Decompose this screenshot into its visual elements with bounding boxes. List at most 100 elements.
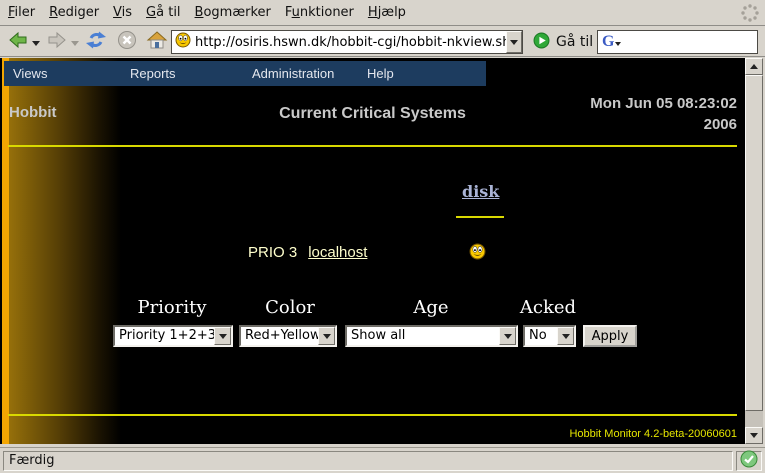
stop-icon bbox=[116, 29, 138, 55]
page-content: Views Reports Administration Help Hobbit… bbox=[0, 58, 745, 444]
header-divider-line bbox=[8, 145, 737, 147]
home-button[interactable] bbox=[145, 30, 169, 54]
filter-header-priority: Priority bbox=[137, 297, 206, 318]
search-input[interactable] bbox=[621, 35, 757, 50]
navigation-toolbar: Gå til G bbox=[0, 26, 765, 57]
page-timestamp: Mon Jun 05 08:23:02 2006 bbox=[590, 93, 737, 135]
go-icon bbox=[533, 32, 550, 53]
menu-hjaelp[interactable]: Hjælp bbox=[368, 5, 406, 20]
menu-label-key: H bbox=[368, 5, 378, 20]
age-select[interactable]: Show all bbox=[345, 325, 518, 347]
chevron-down-icon bbox=[562, 334, 570, 339]
security-indicator[interactable] bbox=[736, 451, 762, 471]
status-text: Færdig bbox=[9, 453, 54, 468]
search-engine-button[interactable]: G bbox=[602, 34, 621, 50]
menu-label-post: ediger bbox=[58, 5, 99, 20]
vertical-scrollbar[interactable] bbox=[745, 58, 763, 444]
timestamp-line2: 2006 bbox=[590, 114, 737, 135]
menu-label-post: nktioner bbox=[300, 5, 354, 20]
throbber-icon bbox=[738, 1, 762, 25]
color-select-value: Red+Yellow bbox=[241, 327, 318, 345]
browser-window: Filer Rediger Vis Gå til Bogmærker Funkt… bbox=[0, 0, 765, 473]
host-link-localhost[interactable]: localhost bbox=[308, 244, 367, 261]
go-button-label: Gå til bbox=[556, 34, 593, 50]
status-message-panel: Færdig bbox=[3, 451, 733, 471]
priority-select-dropdown-button[interactable] bbox=[214, 327, 231, 345]
site-favicon-smiley-icon bbox=[175, 32, 191, 52]
forward-button[interactable] bbox=[45, 30, 69, 54]
footer-divider-line bbox=[8, 414, 737, 416]
menu-rediger[interactable]: Rediger bbox=[49, 5, 99, 20]
chevron-down-icon bbox=[504, 334, 512, 339]
chevron-down-icon bbox=[71, 41, 79, 46]
search-bar: G bbox=[597, 30, 758, 54]
back-icon bbox=[7, 29, 29, 55]
menu-bogmaerker[interactable]: Bogmærker bbox=[195, 5, 271, 20]
menu-label-post: is bbox=[122, 5, 132, 20]
home-icon bbox=[146, 29, 168, 55]
color-select[interactable]: Red+Yellow bbox=[239, 325, 337, 347]
filter-header-acked: Acked bbox=[520, 297, 576, 318]
nav-item-views[interactable]: Views bbox=[13, 66, 47, 81]
back-button[interactable] bbox=[6, 30, 30, 54]
menu-label-key: u bbox=[292, 5, 300, 20]
stop-button[interactable] bbox=[115, 30, 139, 54]
scroll-down-button[interactable] bbox=[745, 427, 763, 444]
nav-item-help[interactable]: Help bbox=[367, 66, 394, 81]
acked-select-dropdown-button[interactable] bbox=[557, 327, 574, 345]
menu-filer[interactable]: Filer bbox=[8, 5, 35, 20]
menu-bar: Filer Rediger Vis Gå til Bogmærker Funkt… bbox=[0, 0, 765, 26]
hobbit-nav-bar: Views Reports Administration Help bbox=[4, 61, 486, 86]
column-link-disk[interactable]: disk bbox=[462, 182, 499, 201]
filter-header-age: Age bbox=[413, 297, 448, 318]
url-input[interactable] bbox=[195, 35, 506, 50]
menu-label-key: R bbox=[49, 5, 57, 20]
url-bar bbox=[171, 30, 523, 54]
menu-label-post: ogmærker bbox=[203, 5, 270, 20]
forward-dropdown-button[interactable] bbox=[70, 39, 79, 47]
color-select-dropdown-button[interactable] bbox=[318, 327, 335, 345]
menu-vis[interactable]: Vis bbox=[113, 5, 132, 20]
scroll-up-button[interactable] bbox=[745, 58, 763, 75]
reload-icon bbox=[85, 29, 107, 55]
menu-label-key: G bbox=[146, 5, 156, 20]
status-bar: Færdig bbox=[0, 447, 765, 473]
go-button[interactable]: Gå til bbox=[533, 32, 593, 52]
menu-label-post: iler bbox=[15, 5, 36, 20]
acked-select[interactable]: No bbox=[523, 325, 576, 347]
menu-label-pre: F bbox=[285, 5, 292, 20]
arrow-down-icon bbox=[750, 433, 758, 438]
nav-item-administration[interactable]: Administration bbox=[252, 66, 334, 81]
column-underline bbox=[456, 216, 504, 218]
hobbit-version-text: Hobbit Monitor 4.2-beta-20060601 bbox=[569, 428, 737, 440]
priority-row-label: PRIO 3 bbox=[248, 244, 297, 261]
menu-funktioner[interactable]: Funktioner bbox=[285, 5, 354, 20]
menu-label-key: V bbox=[113, 5, 122, 20]
timestamp-line1: Mon Jun 05 08:23:02 bbox=[590, 93, 737, 114]
back-dropdown-button[interactable] bbox=[31, 39, 40, 47]
priority-select[interactable]: Priority 1+2+3 bbox=[113, 325, 233, 347]
priority-select-value: Priority 1+2+3 bbox=[115, 327, 214, 345]
chevron-down-icon bbox=[32, 41, 40, 46]
chevron-down-icon bbox=[219, 334, 227, 339]
arrow-up-icon bbox=[750, 64, 758, 69]
green-check-icon bbox=[740, 450, 758, 472]
filter-header-color: Color bbox=[265, 297, 315, 318]
menu-label-post: jælp bbox=[378, 5, 406, 20]
chevron-down-icon bbox=[510, 40, 518, 45]
forward-icon bbox=[46, 29, 68, 55]
chevron-down-icon bbox=[323, 334, 331, 339]
apply-button[interactable]: Apply bbox=[583, 325, 637, 347]
nav-item-reports[interactable]: Reports bbox=[130, 66, 176, 81]
google-g-icon: G bbox=[602, 34, 614, 50]
menu-ga-til[interactable]: Gå til bbox=[146, 5, 181, 20]
age-select-dropdown-button[interactable] bbox=[499, 327, 516, 345]
scrollbar-thumb[interactable] bbox=[745, 75, 763, 411]
reload-button[interactable] bbox=[84, 30, 108, 54]
age-select-value: Show all bbox=[347, 327, 499, 345]
status-smiley-icon[interactable] bbox=[469, 243, 486, 260]
url-history-dropdown-button[interactable] bbox=[506, 31, 522, 53]
acked-select-value: No bbox=[525, 327, 557, 345]
priority-row: PRIO 3 localhost bbox=[248, 244, 367, 261]
menu-label-post: å til bbox=[156, 5, 180, 20]
